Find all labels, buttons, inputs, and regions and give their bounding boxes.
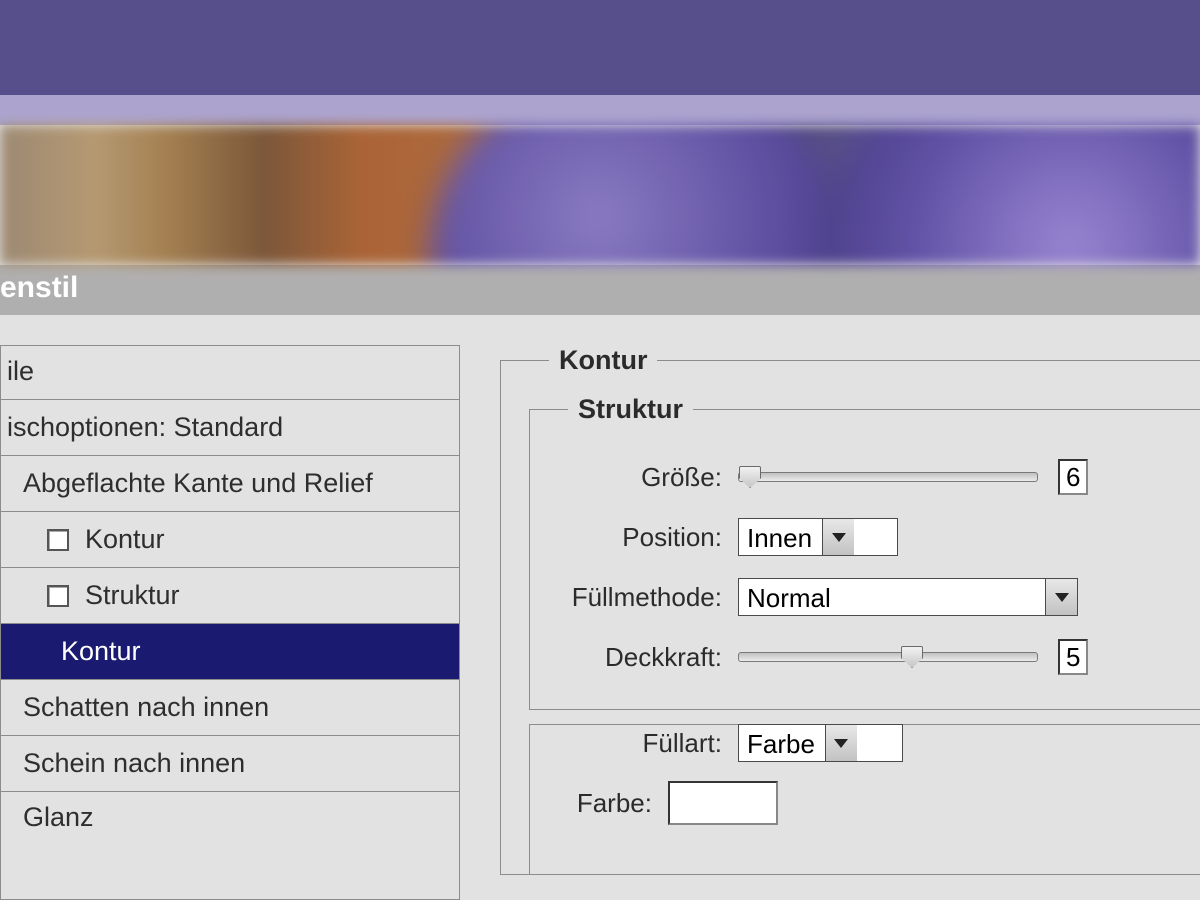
style-item-struktur-sub[interactable]: Struktur: [1, 568, 459, 624]
background-image: [0, 125, 1200, 265]
style-item-label: Kontur: [85, 524, 165, 555]
dialog-body: ile ischoptionen: Standard Abgeflachte K…: [0, 315, 1200, 900]
style-item-kontur[interactable]: Kontur: [1, 624, 459, 680]
color-swatch[interactable]: [668, 781, 778, 825]
style-item-mischoptionen[interactable]: ischoptionen: Standard: [1, 400, 459, 456]
chevron-down-icon: [834, 739, 848, 748]
slider-thumb[interactable]: [739, 466, 761, 488]
row-color: Farbe:: [548, 773, 1200, 833]
checkbox-icon[interactable]: [47, 585, 69, 607]
style-item-glanz[interactable]: Glanz: [1, 792, 459, 842]
combo-filltype-value: Farbe: [739, 725, 825, 761]
legend-struktur: Struktur: [568, 394, 693, 425]
combo-position[interactable]: Innen: [738, 518, 898, 556]
combo-fillmethod-value: Normal: [739, 579, 1045, 615]
style-item-label: Schatten nach innen: [23, 692, 269, 723]
label-size: Größe:: [548, 462, 738, 493]
row-size: Größe: 6: [548, 447, 1200, 507]
style-item-label: Abgeflachte Kante und Relief: [23, 468, 373, 499]
row-fillmethod: Füllmethode: Normal: [548, 567, 1200, 627]
style-item-kontur-sub[interactable]: Kontur: [1, 512, 459, 568]
input-opacity[interactable]: 5: [1058, 639, 1088, 675]
fieldset-fill: Füllart: Farbe Farbe:: [529, 724, 1200, 874]
settings-panel: Kontur Struktur Größe: 6 Position:: [500, 345, 1200, 900]
label-filltype: Füllart:: [548, 728, 738, 759]
dialog-title-bar: enstil: [0, 265, 1200, 315]
window-titlebar: [0, 0, 1200, 95]
label-position: Position:: [548, 522, 738, 553]
slider-opacity[interactable]: [738, 648, 1038, 666]
combo-position-value: Innen: [739, 519, 822, 555]
dialog-title-text: enstil: [0, 271, 78, 304]
chevron-down-icon: [832, 533, 846, 542]
style-item-inner-glow[interactable]: Schein nach innen: [1, 736, 459, 792]
window-menubar: [0, 95, 1200, 125]
dropdown-button[interactable]: [822, 519, 854, 555]
slider-track: [738, 472, 1038, 482]
input-opacity-value: 5: [1066, 642, 1080, 673]
dropdown-button[interactable]: [825, 725, 857, 761]
label-opacity: Deckkraft:: [548, 642, 738, 673]
fieldset-kontur: Kontur Struktur Größe: 6 Position:: [500, 345, 1200, 875]
style-item-label: Schein nach innen: [23, 748, 245, 779]
row-opacity: Deckkraft: 5: [548, 627, 1200, 687]
row-position: Position: Innen: [548, 507, 1200, 567]
legend-kontur: Kontur: [549, 345, 657, 376]
slider-thumb[interactable]: [901, 646, 923, 668]
dropdown-button[interactable]: [1045, 579, 1077, 615]
checkbox-icon[interactable]: [47, 529, 69, 551]
slider-track: [738, 652, 1038, 662]
fieldset-struktur: Struktur Größe: 6 Position:: [529, 394, 1200, 710]
style-item-label: Glanz: [23, 802, 94, 833]
slider-size[interactable]: [738, 468, 1038, 486]
input-size[interactable]: 6: [1058, 459, 1088, 495]
combo-fillmethod[interactable]: Normal: [738, 578, 1078, 616]
styles-header: ile: [1, 346, 459, 400]
style-item-label: Struktur: [85, 580, 180, 611]
label-fillmethod: Füllmethode:: [548, 582, 738, 613]
combo-filltype[interactable]: Farbe: [738, 724, 903, 762]
style-item-label: Kontur: [61, 636, 141, 667]
label-color: Farbe:: [548, 788, 668, 819]
style-item-label: ischoptionen: Standard: [7, 412, 283, 443]
style-item-inner-shadow[interactable]: Schatten nach innen: [1, 680, 459, 736]
row-filltype: Füllart: Farbe: [548, 713, 1200, 773]
input-size-value: 6: [1066, 462, 1080, 493]
style-item-bevel[interactable]: Abgeflachte Kante und Relief: [1, 456, 459, 512]
styles-list: ile ischoptionen: Standard Abgeflachte K…: [0, 345, 460, 900]
chevron-down-icon: [1055, 593, 1069, 602]
